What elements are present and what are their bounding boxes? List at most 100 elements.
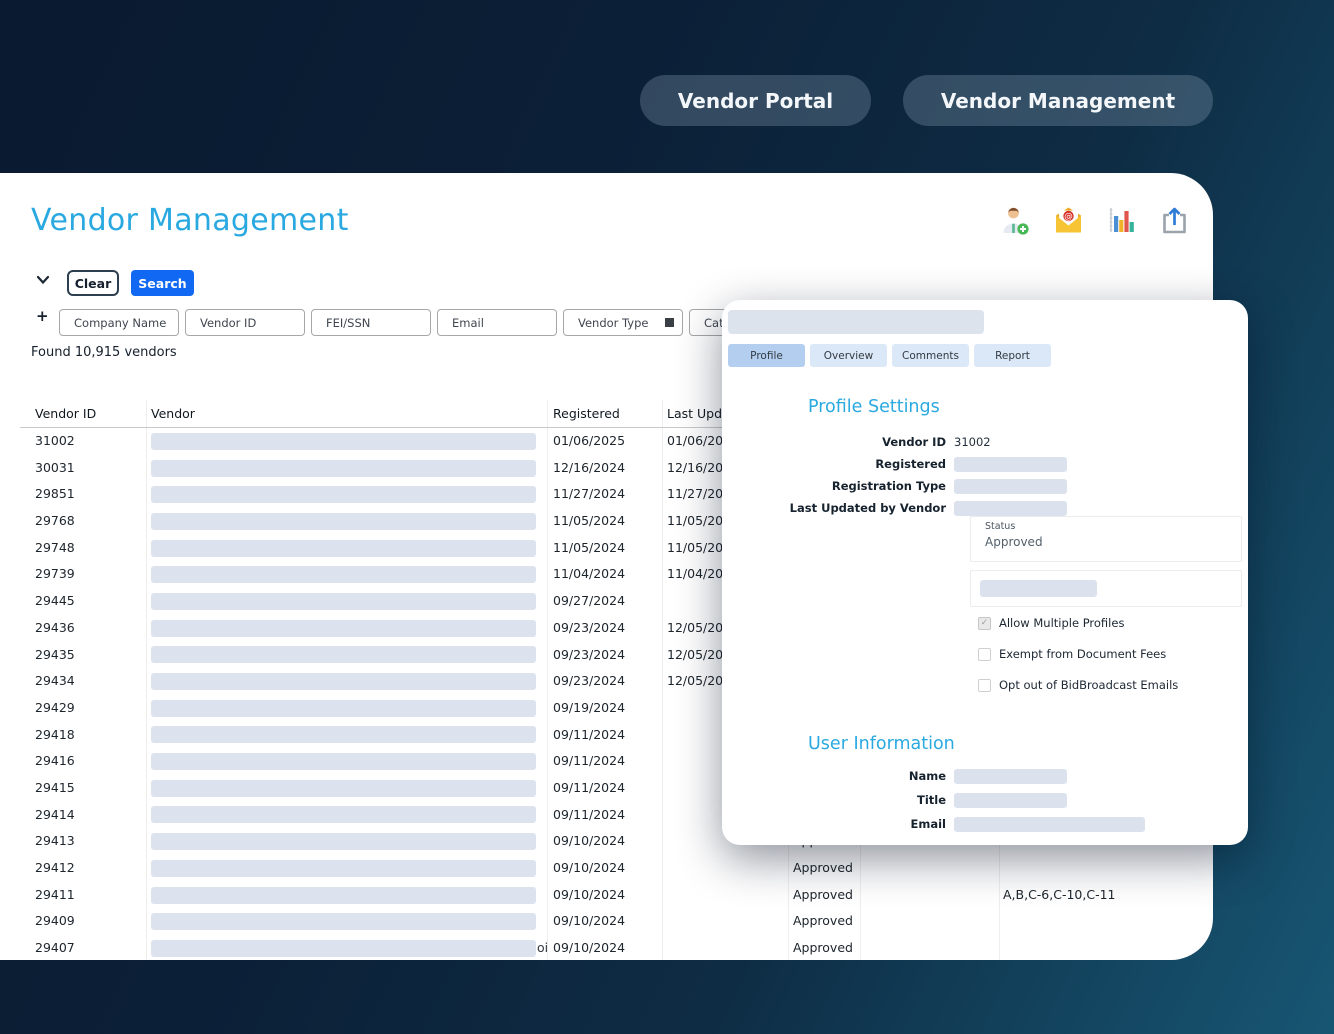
vendor-cell xyxy=(147,748,548,775)
nav-pill-vendor-portal[interactable]: Vendor Portal xyxy=(640,75,871,126)
vendor-id-cell: 29435 xyxy=(20,641,147,669)
vendor-id-cell: 29445 xyxy=(20,588,147,615)
bar-chart-icon[interactable] xyxy=(1107,205,1136,235)
field-row-title: Title xyxy=(722,792,1162,808)
redacted-vendor-name xyxy=(151,859,536,877)
results-count: Found 10,915 vendors xyxy=(31,345,177,360)
filter-placeholder: Vendor ID xyxy=(200,315,257,330)
filter-placeholder: Vendor Type xyxy=(578,315,649,330)
last-updated-cell xyxy=(663,935,789,960)
vendor-cell: oic xyxy=(147,935,548,960)
field-row-email: Email xyxy=(722,816,1162,832)
redacted-vendor-name xyxy=(151,619,536,637)
vendor-id-cell: 29416 xyxy=(20,748,147,775)
table-row[interactable]: 29407 oic09/10/2024 Approved xyxy=(20,935,1213,960)
redacted-value xyxy=(980,580,1097,597)
vendor-cell xyxy=(147,774,548,802)
email-campaign-icon[interactable]: @ xyxy=(1054,205,1083,235)
vendor-cell xyxy=(147,641,548,669)
field-row-registered: Registered xyxy=(722,456,1162,472)
vendor-cell xyxy=(147,614,548,642)
header-vendor-id[interactable]: Vendor ID xyxy=(20,400,147,427)
vendor-id-cell: 29413 xyxy=(20,828,147,855)
status-label: Status xyxy=(985,521,1016,532)
registered-cell: 09/19/2024 xyxy=(548,694,663,722)
redacted-vendor-name xyxy=(151,432,536,450)
tab-profile[interactable]: Profile xyxy=(728,344,805,367)
vendor-cell xyxy=(147,694,548,722)
checkbox-label: Opt out of BidBroadcast Emails xyxy=(999,678,1179,692)
vendor-cell xyxy=(147,534,548,562)
filter-input-company-name[interactable]: Company Name xyxy=(59,309,179,336)
vendor-profile-modal: Profile Overview Comments Report Profile Se… xyxy=(722,300,1248,845)
registered-cell: 09/10/2024 xyxy=(548,908,663,936)
table-row[interactable]: 29409 09/10/2024 Approved xyxy=(20,908,1213,936)
header-registered[interactable]: Registered xyxy=(548,400,663,427)
vendor-cell xyxy=(147,454,548,482)
vendor-id-cell: 29414 xyxy=(20,801,147,829)
categories-cell xyxy=(1000,855,1213,882)
checkbox-exempt-from-document-fees[interactable] xyxy=(978,647,991,661)
registered-cell: 11/27/2024 xyxy=(548,481,663,509)
filter-input-vendor-id[interactable]: Vendor ID xyxy=(185,309,305,336)
redacted-vendor-name xyxy=(151,833,536,851)
header-vendor[interactable]: Vendor xyxy=(147,400,548,427)
redacted-vendor-name xyxy=(151,566,536,584)
filter-input-email[interactable]: Email xyxy=(437,309,557,336)
header-action-icons: @ xyxy=(1001,205,1189,235)
clear-button[interactable]: Clear xyxy=(67,270,119,296)
redacted-modal-title xyxy=(728,310,984,334)
field-row-registration-type: Registration Type xyxy=(722,478,1162,494)
vendor-cell xyxy=(147,721,548,749)
table-row[interactable]: 29412 09/10/2024 Approved xyxy=(20,855,1213,882)
vendor-id-cell: 29739 xyxy=(20,561,147,589)
filter-input-vendor-type[interactable]: Vendor Type xyxy=(563,309,683,336)
registered-cell: 09/10/2024 xyxy=(548,855,663,882)
checkbox-opt-out-of-bidbroadcast-emails[interactable] xyxy=(978,678,991,692)
tab-overview[interactable]: Overview xyxy=(810,344,887,367)
vendor-cell xyxy=(147,428,548,455)
checkbox-allow-multiple-profiles[interactable]: ✓ xyxy=(978,616,991,630)
vendor-cell xyxy=(147,855,548,882)
redacted-vendor-name xyxy=(151,806,536,824)
vendor-id-cell: 29412 xyxy=(20,855,147,882)
registered-cell: 11/05/2024 xyxy=(548,534,663,562)
field-label: Name xyxy=(908,769,946,783)
redacted-value xyxy=(954,816,1145,832)
vendor-cell xyxy=(147,908,548,936)
status-cell: Approved xyxy=(789,855,861,882)
vendor-id-cell: 29429 xyxy=(20,694,147,722)
vendor-cell xyxy=(147,588,548,615)
vendor-cell xyxy=(147,668,548,695)
redacted-vendor-name xyxy=(151,459,536,477)
table-row[interactable]: 29411 09/10/2024 Approved A,B,C-6,C-10,C-11 xyxy=(20,881,1213,909)
checkbox-row-exempt-from-document-fees[interactable]: Exempt from Document Fees xyxy=(978,647,1178,661)
registered-cell: 09/23/2024 xyxy=(548,614,663,642)
spare-cell xyxy=(861,881,1000,909)
add-user-icon[interactable] xyxy=(1001,205,1030,235)
search-button[interactable]: Search xyxy=(131,270,194,296)
tab-comments[interactable]: Comments xyxy=(892,344,969,367)
filter-input-fei-ssn[interactable]: FEI/SSN xyxy=(311,309,431,336)
dropdown-indicator-icon xyxy=(665,318,674,327)
vendor-id-cell: 29748 xyxy=(20,534,147,562)
redacted-vendor-name xyxy=(151,753,536,771)
add-filter-icon[interactable]: + xyxy=(36,307,49,325)
vendor-id-cell: 31002 xyxy=(20,428,147,455)
vendor-id-cell: 30031 xyxy=(20,454,147,482)
tab-report[interactable]: Report xyxy=(974,344,1051,367)
checkbox-row-opt-out-of-bidbroadcast-emails[interactable]: Opt out of BidBroadcast Emails xyxy=(978,678,1178,692)
export-icon[interactable] xyxy=(1160,205,1189,235)
nav-pill-vendor-management[interactable]: Vendor Management xyxy=(903,75,1213,126)
collapse-filters-chevron-icon[interactable] xyxy=(36,275,50,285)
registered-cell: 09/11/2024 xyxy=(548,774,663,802)
status-select[interactable]: Status Approved xyxy=(970,516,1242,562)
redacted-vendor-name xyxy=(151,646,536,664)
last-updated-cell xyxy=(663,908,789,936)
field-label: Registered xyxy=(875,457,946,471)
status-cell: Approved xyxy=(789,935,861,960)
vendor-cell xyxy=(147,508,548,535)
checkbox-row-allow-multiple-profiles[interactable]: ✓ Allow Multiple Profiles xyxy=(978,616,1178,630)
redacted-vendor-name xyxy=(151,699,536,717)
registered-cell: 09/11/2024 xyxy=(548,801,663,829)
